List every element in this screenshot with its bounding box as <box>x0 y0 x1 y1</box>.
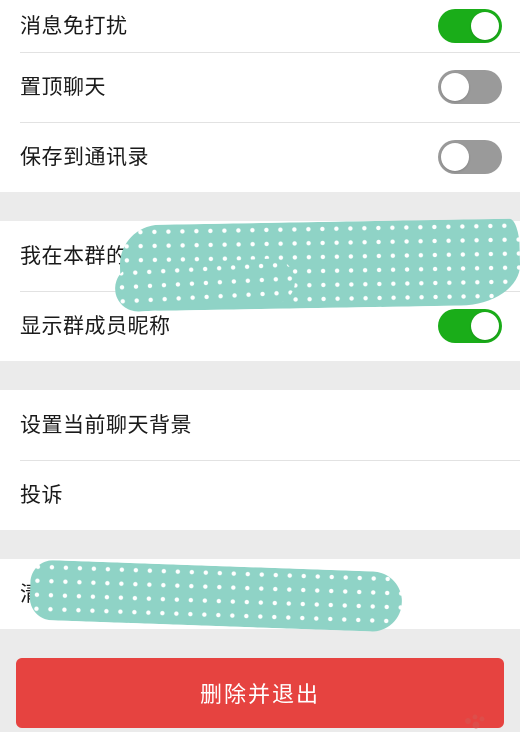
toggle-knob <box>441 143 469 171</box>
row-report[interactable]: 投诉 <box>0 460 520 530</box>
toggle-knob <box>441 73 469 101</box>
delete-and-exit-button[interactable]: 删除并退出 <box>16 658 504 728</box>
mute-notifications-toggle[interactable] <box>438 9 502 43</box>
row-show-member-nicknames[interactable]: 显示群成员昵称 <box>0 291 520 361</box>
clear-chat-label: 清 <box>20 581 42 606</box>
row-mute-notifications[interactable]: 消息免打扰 <box>0 0 520 52</box>
row-clear-chat[interactable]: 清 <box>0 559 520 629</box>
settings-group-notifications: 消息免打扰 置顶聊天 保存到通讯录 <box>0 0 520 192</box>
settings-group-nickname: 我在本群的昵 显示群成员昵称 <box>0 221 520 361</box>
toggle-knob <box>471 312 499 340</box>
toggle-knob <box>471 12 499 40</box>
row-pin-chat[interactable]: 置顶聊天 <box>0 52 520 122</box>
show-member-nicknames-toggle[interactable] <box>438 309 502 343</box>
chat-background-label: 设置当前聊天背景 <box>20 412 192 437</box>
row-save-to-contacts[interactable]: 保存到通讯录 <box>0 122 520 192</box>
pin-chat-toggle[interactable] <box>438 70 502 104</box>
settings-group-chat: 设置当前聊天背景 投诉 <box>0 390 520 530</box>
save-to-contacts-label: 保存到通讯录 <box>20 144 149 169</box>
save-to-contacts-toggle[interactable] <box>438 140 502 174</box>
row-chat-background[interactable]: 设置当前聊天背景 <box>0 390 520 460</box>
mute-notifications-label: 消息免打扰 <box>20 13 128 38</box>
settings-group-clear: 清 <box>0 559 520 629</box>
pin-chat-label: 置顶聊天 <box>20 74 106 99</box>
my-group-nickname-label: 我在本群的昵 <box>20 243 149 268</box>
show-member-nicknames-label: 显示群成员昵称 <box>20 313 171 338</box>
danger-button-wrapper: 删除并退出 <box>0 658 520 728</box>
row-my-group-nickname[interactable]: 我在本群的昵 <box>0 221 520 291</box>
report-label: 投诉 <box>20 482 63 507</box>
